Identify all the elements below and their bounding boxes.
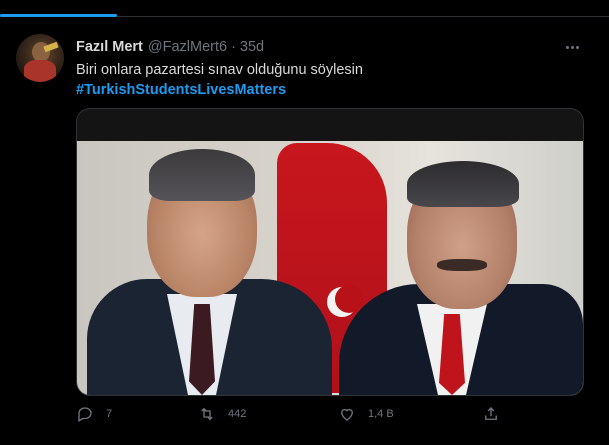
tweet-body: Biri onlara pazartesi sınav olduğunu söy…: [76, 62, 363, 78]
reply-button[interactable]: 7: [76, 402, 112, 426]
reply-icon: [78, 407, 92, 422]
share-button[interactable]: [482, 402, 500, 426]
tweet-text: Biri onlara pazartesi sınav olduğunu söy…: [76, 60, 586, 100]
separator: ·: [231, 39, 236, 55]
tweet-header: Fazıl Mert @FazlMert6 · 35d: [76, 38, 264, 56]
author-name[interactable]: Fazıl Mert: [76, 39, 143, 55]
retweet-icon: [201, 407, 213, 421]
active-tab-indicator: [0, 14, 117, 17]
more-icon[interactable]: [562, 38, 582, 56]
person-left-hair: [149, 149, 255, 201]
reply-count: 7: [106, 408, 113, 420]
avatar[interactable]: [16, 34, 64, 82]
share-icon: [485, 407, 497, 420]
author-handle[interactable]: @FazlMert6: [148, 39, 227, 55]
like-count: 1,4 B: [368, 408, 394, 420]
retweet-button[interactable]: 442: [198, 402, 246, 426]
flag-crescent-cut: [335, 285, 363, 313]
hashtag-link[interactable]: #TurkishStudentsLivesMatters: [76, 80, 586, 100]
like-button[interactable]: 1,4 B: [338, 402, 394, 426]
like-icon: [341, 408, 353, 421]
tweet-media-image[interactable]: [76, 108, 584, 396]
person-right-mustache: [437, 259, 487, 271]
person-right-hair: [407, 161, 519, 207]
tweet-actions: 7 442 1,4 B: [76, 402, 506, 426]
retweet-count: 442: [228, 408, 247, 420]
timestamp[interactable]: 35d: [240, 39, 264, 55]
